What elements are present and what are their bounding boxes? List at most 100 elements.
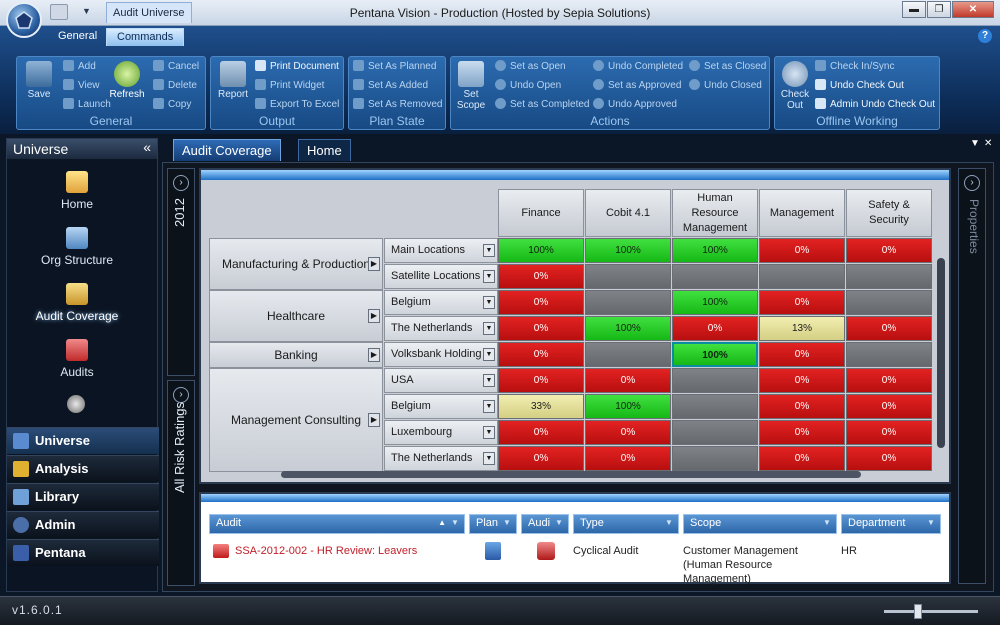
tab-menu-icon[interactable]: ▼ [970,138,980,149]
row-dropdown-icon[interactable]: ▼ [483,322,495,335]
report-button[interactable]: Report [213,59,253,100]
plan-document-icon[interactable] [485,542,501,560]
coverage-cell[interactable] [585,290,671,315]
set-removed-button[interactable]: Set As Removed [353,97,442,113]
help-icon[interactable]: ? [978,29,992,43]
undo-approved-button[interactable]: Undo Approved [593,97,677,113]
check-in-sync-button[interactable]: Check In/Sync [815,59,894,75]
close-window-button[interactable]: ✕ [952,1,994,18]
export-excel-button[interactable]: Export To Excel [255,97,339,113]
coverage-cell[interactable]: 0% [498,316,584,341]
coverage-cell[interactable]: 0% [759,238,845,263]
coverage-cell[interactable]: 0% [498,446,584,471]
coverage-cell[interactable] [585,264,671,289]
column-header-plan[interactable]: Plan ▼ [469,514,517,534]
row-header[interactable]: The Netherlands ▼ [384,446,498,471]
row-dropdown-icon[interactable]: ▼ [483,452,495,465]
coverage-cell[interactable]: 0% [759,394,845,419]
column-header-safety-security[interactable]: Safety & Security [846,189,932,237]
nav-item-org-structure[interactable]: Org Structure [7,227,147,267]
nav-item-audits[interactable]: Audits [7,339,147,379]
nav-section-pentana[interactable]: Pentana [7,539,159,566]
set-closed-button[interactable]: Set as Closed [689,59,766,75]
expand-group-icon[interactable]: ▶ [368,348,380,362]
column-header-type[interactable]: Type ▼ [573,514,679,534]
coverage-cell[interactable] [585,342,671,367]
coverage-cell[interactable]: 100% [672,290,758,315]
coverage-cell[interactable] [672,264,758,289]
group-header[interactable]: Healthcare ▶ [209,290,383,342]
delete-button[interactable]: Delete [153,78,197,94]
coverage-cell[interactable]: 0% [585,420,671,445]
ribbon-tab-commands[interactable]: Commands [106,28,185,46]
cancel-button[interactable]: Cancel [153,59,199,75]
coverage-cell[interactable]: 0% [498,368,584,393]
coverage-cell[interactable] [672,368,758,393]
coverage-cell[interactable]: 100% [672,342,758,367]
coverage-cell[interactable]: 0% [846,420,932,445]
nav-section-admin[interactable]: Admin [7,511,159,538]
coverage-cell[interactable]: 0% [846,394,932,419]
coverage-cell[interactable]: 100% [585,394,671,419]
set-scope-button[interactable]: Set Scope [451,59,491,111]
expand-risk-ratings-button[interactable]: › [173,387,189,403]
expand-group-icon[interactable]: ▶ [368,257,380,271]
nav-section-universe[interactable]: Universe [7,427,159,454]
coverage-cell[interactable]: 0% [672,316,758,341]
expand-group-icon[interactable]: ▶ [368,309,380,323]
row-dropdown-icon[interactable]: ▼ [483,270,495,283]
coverage-cell[interactable]: 33% [498,394,584,419]
row-dropdown-icon[interactable]: ▼ [483,244,495,257]
column-header-department[interactable]: Department ▼ [841,514,941,534]
expand-year-button[interactable]: › [173,175,189,191]
column-header-scope[interactable]: Scope ▼ [683,514,837,534]
coverage-cell[interactable]: 0% [498,264,584,289]
column-header-finance[interactable]: Finance [498,189,584,237]
coverage-cell[interactable]: 100% [585,316,671,341]
check-out-button[interactable]: Check Out [775,59,815,111]
coverage-cell[interactable]: 100% [672,238,758,263]
expand-properties-button[interactable]: › [964,175,980,191]
copy-button[interactable]: Copy [153,97,191,113]
add-button[interactable]: Add [63,59,96,75]
row-dropdown-icon[interactable]: ▼ [483,348,495,361]
set-completed-button[interactable]: Set as Completed [495,97,590,113]
coverage-cell[interactable]: 0% [759,420,845,445]
grid-vertical-scrollbar[interactable] [937,258,945,448]
tab-audit-coverage[interactable]: Audit Coverage [173,139,281,161]
coverage-cell[interactable]: 13% [759,316,845,341]
tab-home[interactable]: Home [298,139,351,161]
nav-item-home[interactable]: Home [7,171,147,211]
set-open-button[interactable]: Set as Open [495,59,566,75]
coverage-cell[interactable]: 100% [585,238,671,263]
coverage-cell[interactable]: 0% [585,368,671,393]
app-menu-orb-button[interactable] [6,2,42,38]
row-dropdown-icon[interactable]: ▼ [483,296,495,309]
row-header[interactable]: The Netherlands ▼ [384,316,498,341]
undo-closed-button[interactable]: Undo Closed [689,78,762,94]
print-widget-button[interactable]: Print Widget [255,78,324,94]
admin-undo-check-out-button[interactable]: Admin Undo Check Out [815,97,935,113]
coverage-cell[interactable]: 0% [846,368,932,393]
close-tab-icon[interactable]: ✕ [984,138,992,149]
coverage-cell[interactable]: 0% [846,238,932,263]
coverage-cell[interactable] [759,264,845,289]
ribbon-tab-general[interactable]: General [48,28,107,46]
coverage-cell[interactable]: 100% [498,238,584,263]
set-planned-button[interactable]: Set As Planned [353,59,436,75]
set-added-button[interactable]: Set As Added [353,78,428,94]
nav-item-audit-coverage[interactable]: Audit Coverage [7,283,147,323]
column-header-management[interactable]: Management [759,189,845,237]
coverage-cell[interactable]: 0% [498,420,584,445]
refresh-button[interactable]: Refresh [107,59,147,100]
nav-section-analysis[interactable]: Analysis [7,455,159,482]
group-header[interactable]: Manufacturing & Production ▶ [209,238,383,290]
row-header[interactable]: Volksbank Holding ▼ [384,342,498,367]
set-approved-button[interactable]: Set as Approved [593,78,681,94]
collapse-nav-button[interactable]: « [143,139,151,155]
coverage-cell[interactable]: 0% [759,368,845,393]
coverage-cell[interactable] [672,394,758,419]
zoom-slider[interactable] [884,604,978,619]
undo-open-button[interactable]: Undo Open [495,78,561,94]
save-button[interactable]: Save [19,59,59,100]
